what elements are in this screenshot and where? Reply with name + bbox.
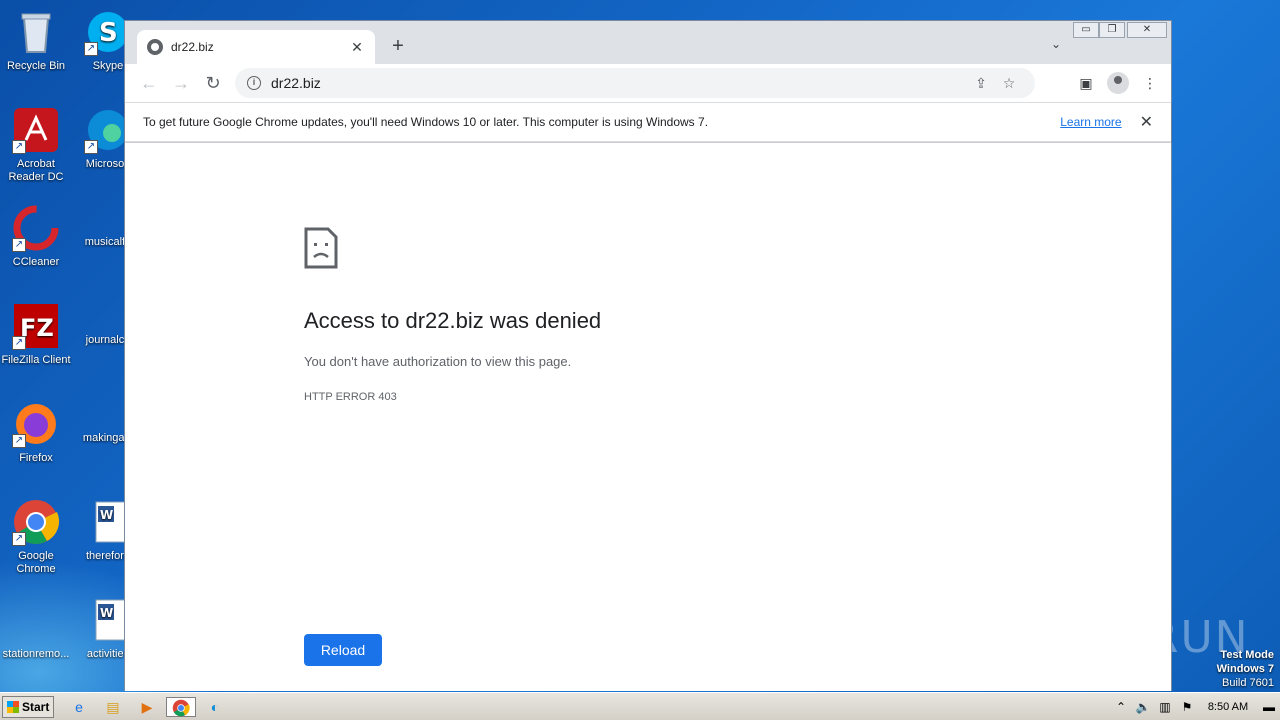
chrome-window: ▭ ❐ ✕ dr22.biz ✕ + ⌄ ← → ↻ i dr22.biz ⇪ … (124, 20, 1172, 691)
firefox-icon: ↗ (12, 400, 60, 448)
explorer-icon[interactable]: ▤ (102, 697, 124, 717)
desktop-icon-recycle-bin[interactable]: Recycle Bin (0, 8, 72, 73)
desktop-icon-label: Google Chrome (16, 550, 56, 575)
tab-title: dr22.biz (171, 40, 214, 54)
error-description: You don't have authorization to view thi… (304, 354, 572, 369)
shortcut-arrow-icon: ↗ (12, 140, 26, 154)
error-title: Access to dr22.biz was denied (304, 308, 602, 333)
svg-text:W: W (100, 606, 113, 620)
shortcut-arrow-icon: ↗ (12, 532, 26, 546)
desktop-icon-filezilla[interactable]: FZ ↗ FileZilla Client (0, 302, 72, 367)
taskbar: Start e ▤ ▶ ◐ ⌃ 🔈 ▥ ⚑ 8:50 AM ▬ (0, 692, 1280, 720)
edge-taskbar-icon[interactable]: ◐ (204, 697, 226, 717)
learn-more-link[interactable]: Learn more (1060, 115, 1121, 129)
desktop-icon-label: Acrobat Reader DC (8, 158, 64, 183)
start-button[interactable]: Start (2, 696, 54, 718)
start-label: Start (22, 700, 50, 714)
site-info-icon[interactable]: i (247, 76, 261, 90)
desktop-icon-label: Firefox (19, 452, 53, 464)
side-panel-icon[interactable]: ▣ (1073, 70, 1099, 96)
shortcut-arrow-icon: ↗ (12, 238, 26, 252)
ccleaner-icon: ↗ (12, 204, 60, 252)
profile-avatar-icon[interactable] (1107, 72, 1129, 94)
toolbar-actions: ▣ ⋮ (1073, 70, 1163, 96)
desktop-icon-firefox[interactable]: ↗ Firefox (0, 400, 72, 465)
desktop-icon-label: CCleaner (12, 256, 60, 268)
test-mode-line: Test Mode (1220, 649, 1274, 661)
kebab-menu-icon[interactable]: ⋮ (1137, 70, 1163, 96)
reload-icon[interactable]: ↻ (197, 73, 229, 94)
shortcut-arrow-icon: ↗ (12, 434, 26, 448)
build-line: Build 7601 (1222, 677, 1274, 689)
system-tray: ⌃ 🔈 ▥ ⚑ 8:50 AM ▬ (1110, 695, 1280, 719)
show-desktop-icon[interactable]: ▬ (1258, 700, 1280, 714)
globe-icon (147, 39, 163, 55)
shortcut-arrow-icon: ↗ (84, 140, 98, 154)
shortcut-arrow-icon: ↗ (12, 336, 26, 350)
filezilla-icon: FZ ↗ (12, 302, 60, 350)
desktop-icon-label: Recycle Bin (6, 60, 66, 72)
desktop-icon-ccleaner[interactable]: ↗ CCleaner (0, 204, 72, 269)
browser-toolbar: ← → ↻ i dr22.biz ⇪ ☆ ▣ ⋮ (125, 64, 1171, 102)
network-icon[interactable]: ▥ (1154, 700, 1176, 714)
address-bar[interactable]: i dr22.biz ⇪ ☆ (235, 68, 1035, 98)
desktop-icon-label: FileZilla Client (1, 354, 71, 366)
forward-arrow-icon[interactable]: → (165, 73, 197, 94)
volume-icon[interactable]: 🔈 (1132, 700, 1154, 714)
back-arrow-icon[interactable]: ← (133, 73, 165, 94)
close-window-button[interactable]: ✕ (1127, 22, 1167, 38)
minimize-button[interactable]: ▭ (1073, 22, 1099, 38)
svg-text:S: S (99, 18, 118, 48)
chrome-taskbar-icon[interactable] (166, 697, 196, 717)
windows-logo-icon (7, 701, 19, 713)
update-infobar: To get future Google Chrome updates, you… (125, 102, 1171, 142)
svg-text:W: W (100, 508, 113, 522)
browser-tab[interactable]: dr22.biz ✕ (137, 30, 375, 64)
chrome-icon: ↗ (12, 498, 60, 546)
clock[interactable]: 8:50 AM (1198, 701, 1258, 713)
media-player-icon[interactable]: ▶ (136, 697, 158, 717)
desktop-icon-stationremo[interactable]: stationremo... (0, 620, 72, 661)
desktop-icon-chrome[interactable]: ↗ Google Chrome (0, 498, 72, 576)
infobar-message: To get future Google Chrome updates, you… (143, 115, 709, 129)
share-icon[interactable]: ⇪ (967, 75, 995, 92)
action-center-flag-icon[interactable]: ⚑ (1176, 700, 1198, 714)
acrobat-icon: ↗ (12, 106, 60, 154)
new-tab-button[interactable]: + (387, 35, 409, 58)
restore-button[interactable]: ❐ (1099, 22, 1125, 38)
desktop-icon-label: stationremo... (2, 648, 70, 660)
error-code: HTTP ERROR 403 (304, 391, 397, 403)
show-hidden-icons-icon[interactable]: ⌃ (1110, 700, 1132, 714)
sad-document-icon (304, 227, 338, 269)
test-mode-notice: Test Mode Windows 7 Build 7601 (1217, 648, 1274, 690)
close-infobar-icon[interactable]: ✕ (1140, 112, 1153, 132)
desktop-icon-acrobat[interactable]: ↗ Acrobat Reader DC (0, 106, 72, 184)
url-text[interactable]: dr22.biz (271, 75, 967, 91)
file-icon (12, 620, 60, 644)
recycle-bin-icon (12, 8, 60, 56)
ie-icon[interactable]: e (68, 697, 90, 717)
shortcut-arrow-icon: ↗ (84, 42, 98, 56)
reload-button[interactable]: Reload (304, 634, 382, 666)
tab-search-chevron-icon[interactable]: ⌄ (1051, 37, 1061, 51)
windows-version-line: Windows 7 (1216, 663, 1274, 675)
close-tab-icon[interactable]: ✕ (349, 39, 365, 56)
page-content: Access to dr22.biz was denied You don't … (125, 143, 1171, 691)
bookmark-star-icon[interactable]: ☆ (995, 75, 1023, 92)
